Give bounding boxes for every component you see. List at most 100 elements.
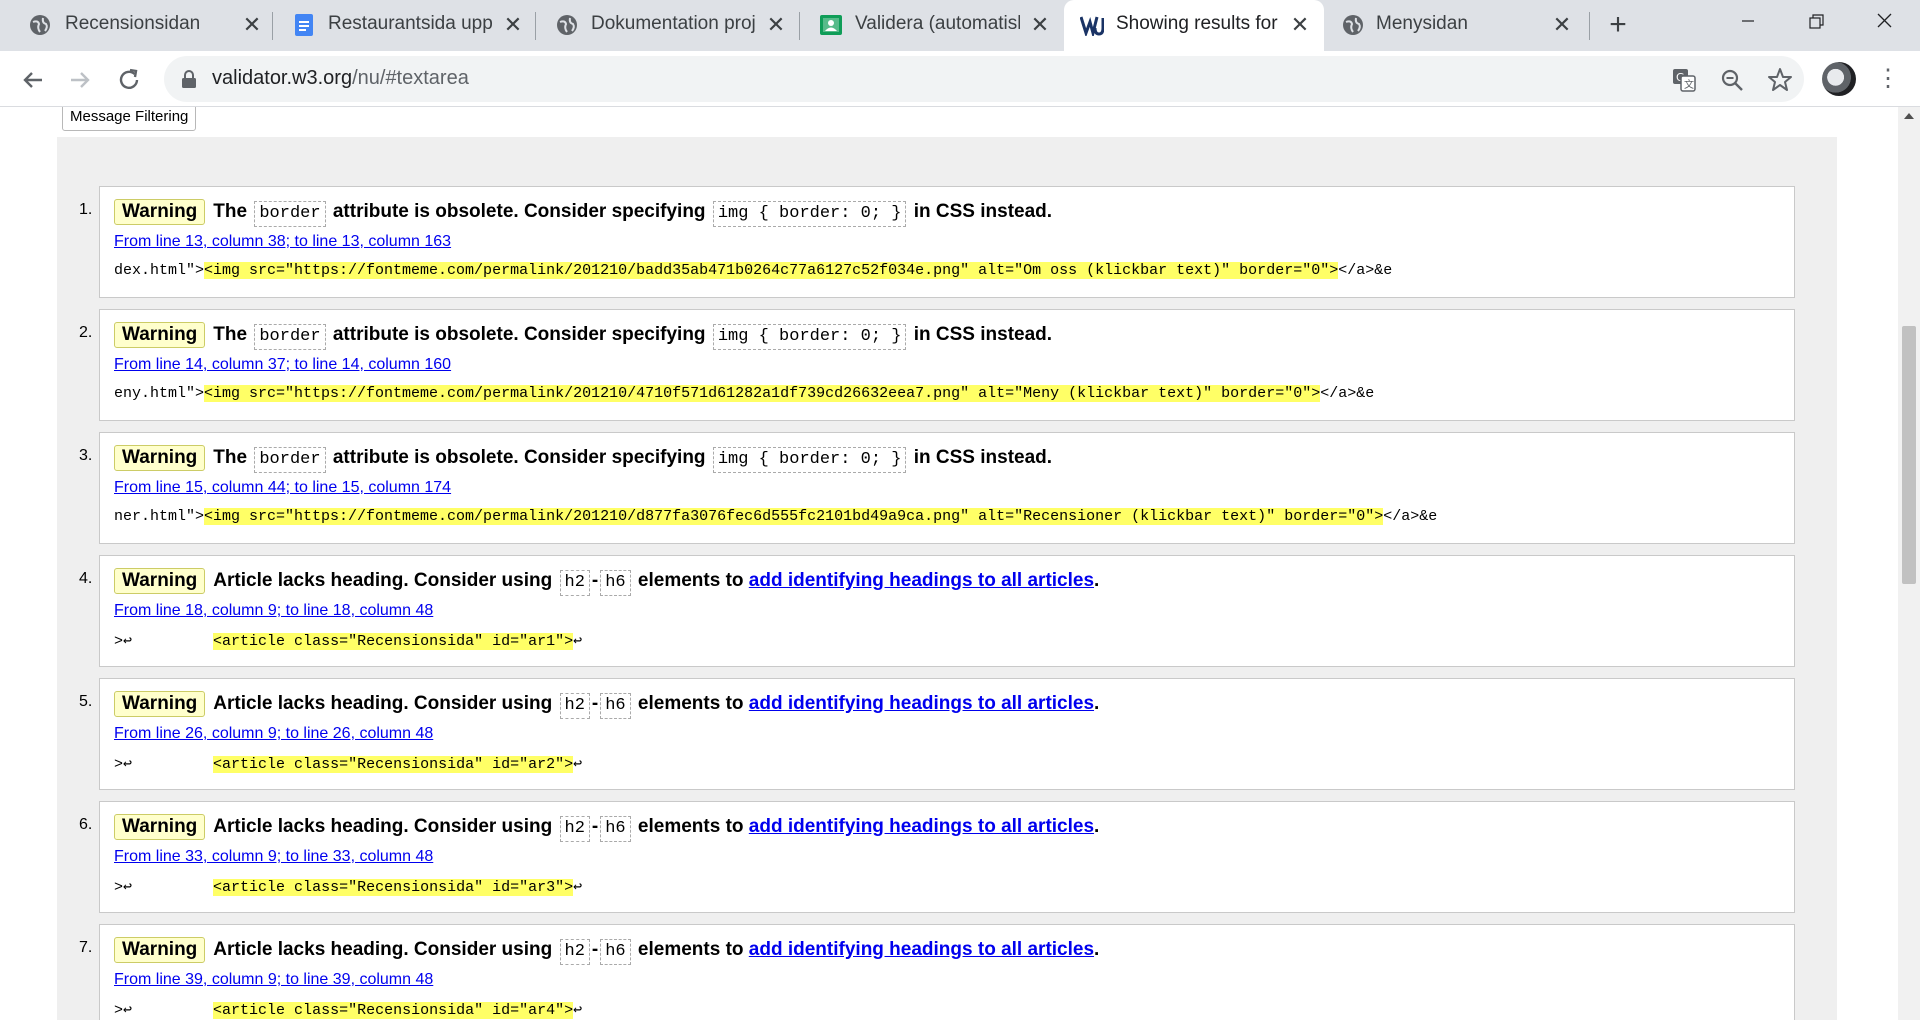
code-snippet: border	[254, 324, 326, 350]
message-number: 1.	[79, 201, 93, 218]
extract-highlight: <article class="Recensionsida" id="ar2">	[213, 756, 574, 773]
code-snippet: h6	[600, 570, 631, 596]
message-text: Article lacks heading. Consider using	[213, 816, 553, 837]
warning-badge: Warning	[114, 937, 206, 963]
tab-recensionsidan[interactable]: Recensionsidan ✕	[0, 0, 273, 51]
message-text: Article lacks heading. Consider using	[213, 693, 553, 714]
extract-highlight: <img src="https://fontmeme.com/permalink…	[204, 508, 1384, 525]
zoom-icon[interactable]	[1719, 67, 1745, 93]
tab-separator	[1589, 12, 1590, 40]
back-arrow-icon[interactable]	[16, 63, 50, 97]
tab-title: Menysidan	[1376, 13, 1468, 34]
message-text: -	[591, 693, 599, 714]
tab-title: Showing results for c	[1116, 13, 1280, 34]
extract-highlight: <article class="Recensionsida" id="ar3">	[213, 879, 574, 896]
message-text: Article lacks heading. Consider using	[213, 570, 553, 591]
page-viewport: Message Filtering 1. Warning The border at…	[0, 107, 1898, 1020]
close-icon[interactable]: ✕	[1548, 11, 1576, 39]
message-item: 7. Warning Article lacks heading. Consider…	[57, 924, 1795, 1020]
message-headline: Warning Article lacks heading. Consider u…	[114, 813, 1100, 842]
tab-title: Dokumentation proje	[591, 13, 756, 34]
close-icon[interactable]: ✕	[762, 11, 790, 39]
extract-context: </a>&e	[1338, 262, 1393, 279]
message-headline: Warning The border attribute is obsolete.…	[114, 321, 1052, 350]
extract-context: >↩	[114, 1002, 214, 1019]
source-location-link[interactable]: From line 39, column 9; to line 39, colu…	[114, 971, 433, 989]
address-bar[interactable]: validator.w3.org/nu/#textarea G文	[164, 56, 1804, 102]
message-text: elements to	[637, 693, 744, 714]
code-snippet: img { border: 0; }	[712, 201, 907, 227]
message-number: 6.	[79, 816, 93, 833]
browser-toolbar: validator.w3.org/nu/#textarea G文 ⋮	[0, 51, 1920, 107]
extract-context: </a>&e	[1383, 508, 1438, 525]
translate-icon[interactable]: G文	[1671, 67, 1697, 93]
forward-arrow-icon[interactable]	[63, 63, 97, 97]
message-filtering-button[interactable]: Message Filtering	[62, 107, 197, 131]
close-icon[interactable]: ✕	[499, 11, 527, 39]
code-snippet: img { border: 0; }	[712, 324, 907, 350]
close-icon[interactable]: ✕	[238, 11, 266, 39]
source-location-link[interactable]: From line 26, column 9; to line 26, colu…	[114, 725, 433, 743]
extract-context: ↩	[573, 879, 583, 896]
source-location-link[interactable]: From line 18, column 9; to line 18, colu…	[114, 602, 433, 620]
source-location-link[interactable]: From line 13, column 38; to line 13, col…	[114, 233, 451, 251]
bookmark-star-icon[interactable]	[1767, 67, 1793, 93]
message-card: Warning The border attribute is obsolete.…	[99, 186, 1795, 298]
reload-icon[interactable]	[112, 63, 146, 97]
restore-icon[interactable]	[1794, 8, 1838, 38]
headings-help-link[interactable]: add identifying headings to all articles	[749, 939, 1094, 960]
message-item: 2. Warning The border attribute is obsolet…	[57, 309, 1795, 421]
headings-help-link[interactable]: add identifying headings to all articles	[749, 570, 1094, 591]
message-headline: Warning Article lacks heading. Consider u…	[114, 690, 1099, 719]
code-snippet: img { border: 0; }	[712, 447, 907, 473]
globe-icon	[1343, 15, 1363, 35]
headings-help-link[interactable]: add identifying headings to all articles	[749, 693, 1094, 714]
tab-validera[interactable]: Validera (automatisk ✕	[800, 0, 1064, 51]
vertical-scrollbar[interactable]	[1898, 107, 1920, 1020]
source-extract: >↩ <article class="Recensionsida" id="ar…	[114, 754, 582, 773]
tab-showing-results[interactable]: Showing results for c ✕	[1064, 0, 1324, 51]
code-snippet: border	[254, 447, 326, 473]
source-location-link[interactable]: From line 14, column 37; to line 14, col…	[114, 356, 451, 374]
warning-badge: Warning	[114, 445, 206, 471]
tab-dokumentation[interactable]: Dokumentation proje ✕	[536, 0, 800, 51]
close-icon[interactable]: ✕	[1286, 11, 1314, 39]
tab-title: Restaurantsida uppg	[328, 13, 493, 34]
headings-help-link[interactable]: add identifying headings to all articles	[749, 816, 1094, 837]
source-location-link[interactable]: From line 15, column 44; to line 15, col…	[114, 479, 451, 497]
extract-context: </a>&e	[1320, 385, 1375, 402]
scroll-up-arrow-icon[interactable]	[1904, 113, 1914, 119]
message-text: in CSS instead.	[913, 201, 1053, 222]
tab-restaurantsida[interactable]: Restaurantsida uppg ✕	[273, 0, 536, 51]
message-text: attribute is obsolete. Consider specifyi…	[332, 324, 706, 345]
new-tab-icon[interactable]: +	[1601, 10, 1635, 41]
more-menu-icon[interactable]: ⋮	[1876, 65, 1900, 95]
message-number: 5.	[79, 693, 93, 710]
message-text: The	[213, 324, 248, 345]
minimize-icon[interactable]	[1726, 8, 1770, 38]
message-text: .	[1094, 939, 1100, 960]
message-text: elements to	[637, 939, 744, 960]
lock-icon	[182, 70, 196, 88]
profile-avatar[interactable]	[1822, 62, 1856, 96]
extract-highlight: <article class="Recensionsida" id="ar4">	[213, 1002, 574, 1019]
message-number: 4.	[79, 570, 93, 587]
w3c-validator-icon	[1080, 16, 1104, 36]
source-extract: eny.html"><img src="https://fontmeme.com…	[114, 385, 1374, 402]
warning-badge: Warning	[114, 814, 206, 840]
tab-menysidan[interactable]: Menysidan ✕	[1326, 0, 1590, 51]
code-snippet: border	[254, 201, 326, 227]
source-extract: >↩ <article class="Recensionsida" id="ar…	[114, 631, 582, 650]
code-snippet: h6	[600, 939, 631, 965]
code-snippet: h2	[559, 816, 590, 842]
extract-context: eny.html">	[114, 385, 205, 402]
source-extract: >↩ <article class="Recensionsida" id="ar…	[114, 1000, 582, 1019]
close-window-icon[interactable]	[1862, 8, 1906, 38]
close-icon[interactable]: ✕	[1026, 11, 1054, 39]
message-text: -	[591, 816, 599, 837]
extract-highlight: <article class="Recensionsida" id="ar1">	[213, 633, 574, 650]
message-text: .	[1094, 816, 1100, 837]
scroll-thumb[interactable]	[1902, 326, 1916, 584]
message-text: elements to	[637, 816, 744, 837]
source-location-link[interactable]: From line 33, column 9; to line 33, colu…	[114, 848, 433, 866]
